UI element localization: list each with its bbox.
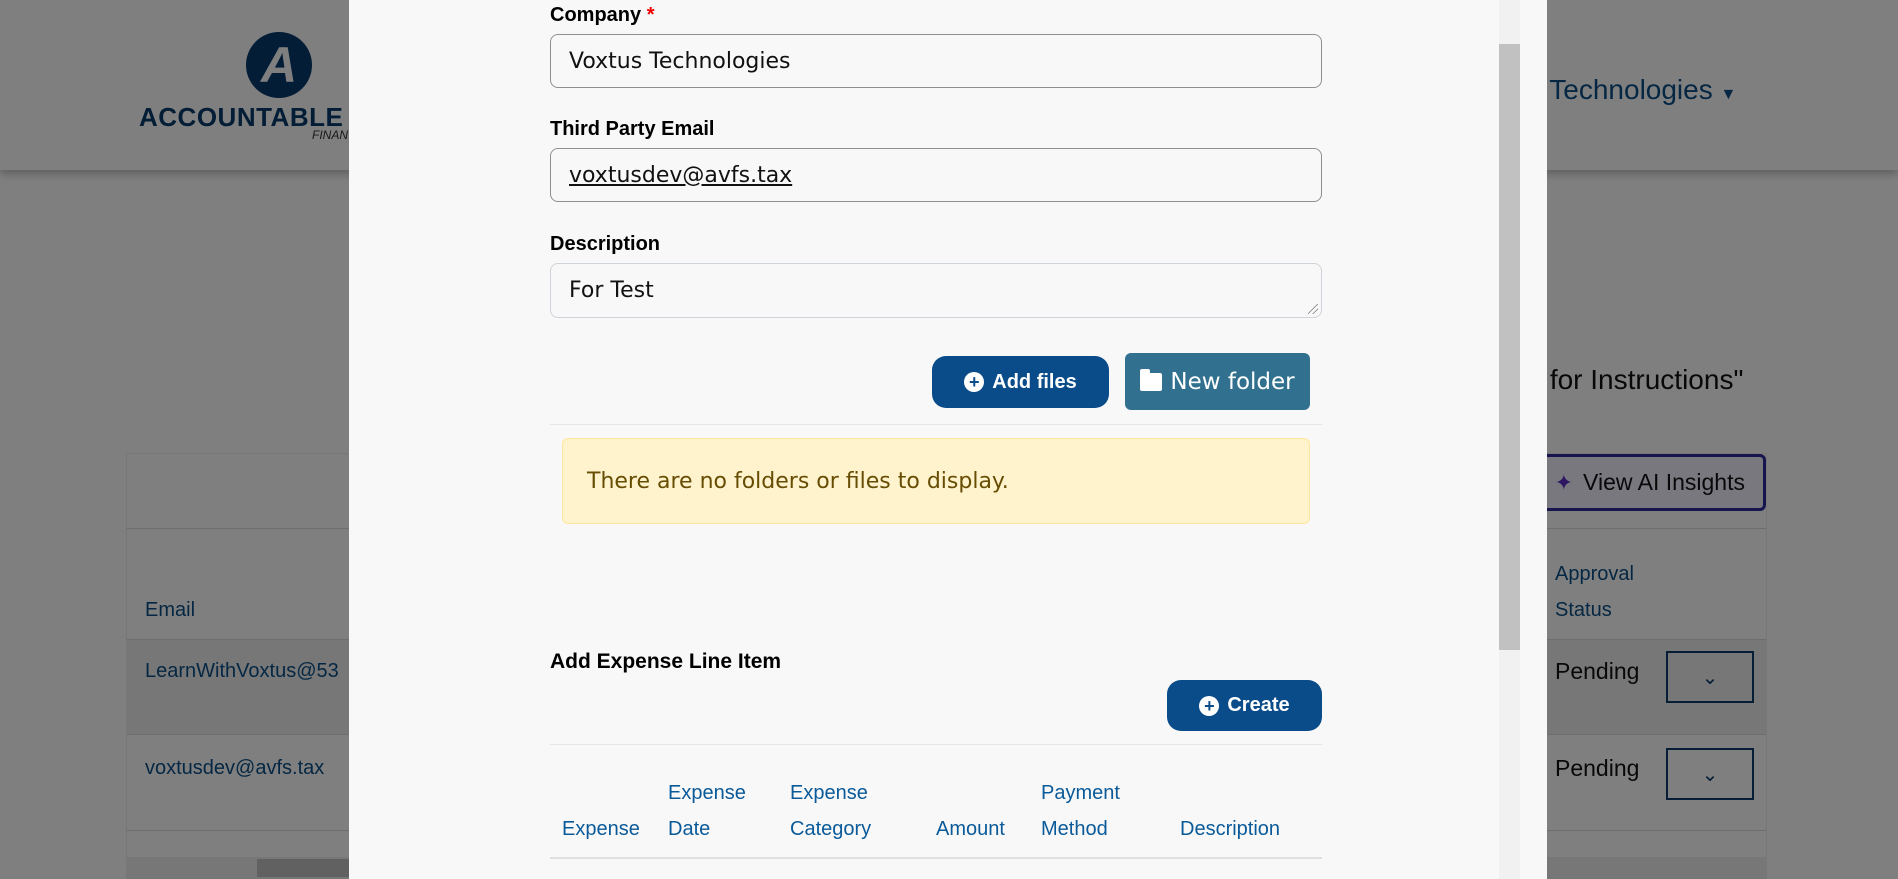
company-input[interactable]: Voxtus Technologies [550, 34, 1322, 88]
plus-circle-icon: + [964, 372, 985, 392]
create-label: Create [1227, 694, 1290, 716]
header-expense-category-2: Category [790, 818, 872, 840]
description-label: Description [550, 233, 661, 255]
required-marker: * [646, 4, 655, 26]
header-payment-method-1: Payment [1041, 782, 1120, 804]
modal-form: Company * Voxtus Technologies Third Part… [550, 0, 1322, 879]
company-label-text: Company [550, 4, 642, 26]
header-expense: Expense [562, 818, 640, 840]
third-party-email-label: Third Party Email [550, 118, 715, 140]
company-value: Voxtus Technologies [569, 48, 791, 74]
header-expense-date-2: Date [668, 818, 711, 840]
plus-circle-icon: + [1199, 695, 1220, 716]
header-payment-method-2: Method [1041, 818, 1108, 840]
add-files-label: Add files [992, 370, 1077, 393]
divider [550, 744, 1322, 745]
create-expense-button[interactable]: + Create [1167, 680, 1322, 731]
divider [550, 424, 1322, 425]
new-folder-label: New folder [1170, 368, 1295, 395]
table-header-divider [550, 857, 1322, 859]
header-expense-date-1: Expense [668, 782, 746, 804]
third-party-email-value: voxtusdev@avfs.tax [569, 162, 793, 188]
header-expense-category-1: Expense [790, 782, 868, 804]
third-party-email-input[interactable]: voxtusdev@avfs.tax [550, 148, 1322, 202]
description-textarea[interactable]: For Test [550, 263, 1322, 318]
folder-icon [1140, 368, 1163, 391]
modal-scrollbar[interactable] [1499, 0, 1520, 879]
header-description: Description [1180, 818, 1281, 840]
modal-scrollbar-thumb[interactable] [1499, 44, 1520, 650]
new-folder-button[interactable]: New folder [1125, 353, 1310, 410]
resize-handle-icon[interactable] [1308, 304, 1318, 314]
company-label: Company * [550, 4, 654, 27]
empty-files-alert: There are no folders or files to display… [562, 438, 1310, 524]
header-amount: Amount [936, 818, 1005, 840]
empty-message: There are no folders or files to display… [587, 468, 1009, 494]
description-value: For Test [569, 278, 654, 303]
add-files-button[interactable]: + Add files [932, 356, 1109, 408]
expense-section-title: Add Expense Line Item [550, 650, 782, 673]
